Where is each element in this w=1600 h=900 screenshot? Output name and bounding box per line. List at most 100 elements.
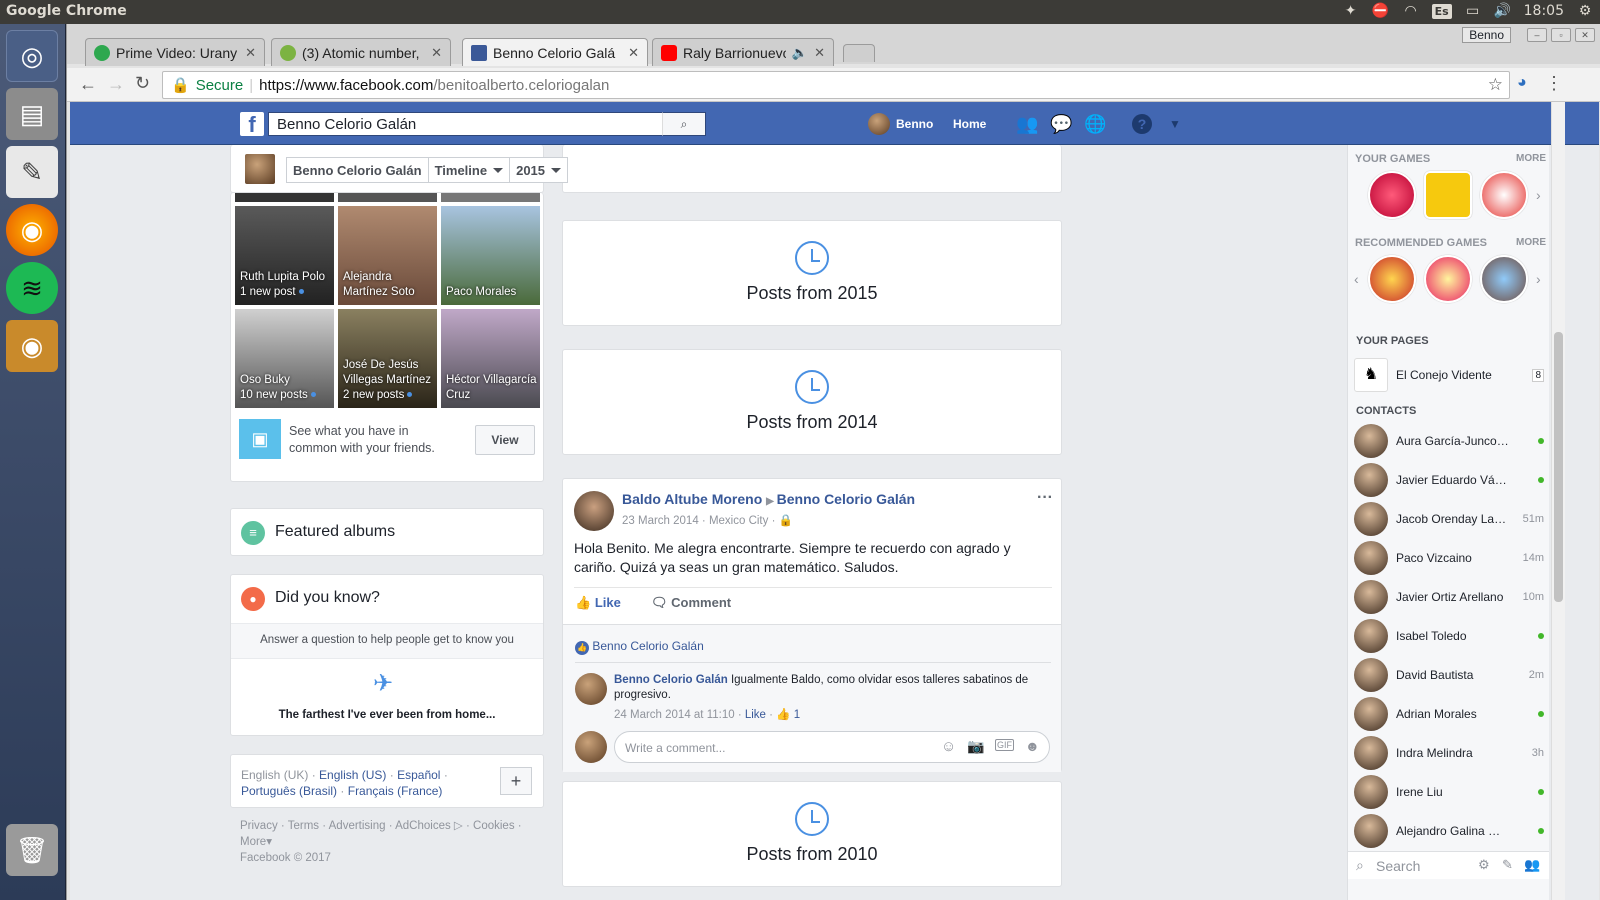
contact-item[interactable]: Alejandro Galina Mata — [1354, 813, 1544, 849]
reply-author-avatar[interactable] — [575, 673, 607, 705]
profile-avatar[interactable] — [868, 113, 890, 135]
words-game-icon[interactable] — [1480, 171, 1528, 219]
post-date[interactable]: 23 March 2014 — [622, 515, 699, 527]
chrome-menu-icon[interactable]: ⋮ — [1545, 73, 1563, 94]
profile-badge[interactable]: Benno — [1462, 27, 1511, 43]
footer-link-advertising[interactable]: Advertising — [329, 820, 386, 832]
close-tab-icon[interactable]: ✕ — [431, 45, 442, 61]
chat-settings-gear-icon[interactable]: ⚙ — [1478, 857, 1490, 873]
number-puzzle-game-icon[interactable] — [1424, 171, 1472, 219]
year-section-2010[interactable]: Posts from 2010 — [562, 781, 1062, 887]
post-author-avatar[interactable] — [574, 491, 614, 531]
friend-tile[interactable]: Oso Buky 10 new posts — [235, 309, 334, 408]
footer-link-privacy[interactable]: Privacy — [240, 820, 278, 832]
facebook-logo-icon[interactable]: f — [240, 112, 264, 137]
language-link[interactable]: Français (France) — [348, 784, 443, 798]
page-item[interactable]: ♞ El Conejo Vidente 8 — [1354, 357, 1544, 393]
emoji-icon[interactable]: ☺ — [941, 738, 956, 755]
maximize-button[interactable]: ▫ — [1551, 28, 1571, 42]
dropbox-icon[interactable]: ✦ — [1342, 2, 1360, 20]
language-link[interactable]: Português (Brasil) — [241, 784, 337, 798]
tab-atomic-number[interactable]: (3) Atomic number, ✕ — [271, 38, 451, 66]
friend-tile[interactable]: Paco Morales — [441, 206, 540, 305]
contact-item[interactable]: Jacob Orenday Lares 51m — [1354, 501, 1544, 537]
gif-icon[interactable]: GIF — [995, 739, 1014, 751]
bookmark-star-icon[interactable]: ☆ — [1488, 75, 1503, 95]
audio-playing-icon[interactable]: 🔈 — [792, 45, 808, 61]
add-language-button[interactable]: + — [500, 767, 532, 795]
reply-like-count[interactable]: 1 — [794, 709, 800, 721]
year-section-2015[interactable]: Posts from 2015 — [562, 220, 1062, 326]
games-prev-chevron-icon[interactable]: ‹ — [1354, 271, 1359, 287]
battery-icon[interactable]: ▭ — [1464, 2, 1482, 20]
timeline-section-select[interactable]: Timeline — [429, 158, 511, 182]
tab-facebook-profile[interactable]: Benno Celorio Galá ✕ — [462, 38, 648, 66]
did-you-know-question[interactable]: The farthest I've ever been from home... — [231, 709, 543, 721]
caesars-casino-game-icon[interactable] — [1368, 255, 1416, 303]
address-bar[interactable]: 🔒 Secure | https://www.facebook.com /ben… — [162, 71, 1510, 99]
friend-tile[interactable]: José De Jesús Villegas Martínez 2 new pos… — [338, 309, 437, 408]
close-window-button[interactable]: ✕ — [1575, 28, 1595, 42]
spotify-icon[interactable]: ≋ — [6, 262, 58, 314]
post-options-icon[interactable]: ··· — [1037, 489, 1053, 507]
close-tab-icon[interactable]: ✕ — [814, 45, 825, 61]
friend-tile-top-3[interactable] — [441, 193, 540, 202]
messenger-icon[interactable]: 💬 — [1050, 114, 1072, 134]
friend-tile[interactable]: Ruth Lupita Polo 1 new post — [235, 206, 334, 305]
help-icon[interactable]: ? — [1132, 114, 1152, 134]
new-message-icon[interactable]: ✎ — [1502, 857, 1513, 873]
friend-tile-top-2[interactable] — [338, 193, 437, 202]
timeline-nav-name[interactable]: Benno Celorio Galán — [287, 158, 429, 182]
close-tab-icon[interactable]: ✕ — [628, 45, 639, 61]
privacy-lock-icon[interactable]: 🔒 — [779, 515, 793, 527]
account-menu-chevron-down-icon[interactable]: ▼ — [1164, 114, 1186, 134]
extension-icon[interactable]: ◕ — [1517, 74, 1527, 92]
tetris-battle-game-icon[interactable] — [1424, 255, 1472, 303]
reply-date[interactable]: 24 March 2014 at 11:10 — [614, 709, 735, 721]
tab-youtube[interactable]: Raly Barrionuevo 🔈 ✕ — [652, 38, 834, 66]
games-next-chevron-icon[interactable]: › — [1536, 187, 1541, 203]
reply-like-link[interactable]: Like — [745, 709, 766, 721]
reload-icon[interactable]: ↻ — [135, 73, 150, 94]
contact-item[interactable]: Javier Eduardo Vázq... — [1354, 462, 1544, 498]
footer-link-terms[interactable]: Terms — [288, 820, 319, 832]
contact-item[interactable]: Irene Liu — [1354, 774, 1544, 810]
timeline-year-select[interactable]: 2015 — [510, 158, 567, 182]
language-link[interactable]: English (US) — [319, 768, 386, 782]
reply-author-link[interactable]: Benno Celorio Galán — [614, 674, 728, 686]
post-author-link[interactable]: Baldo Altube Moreno — [622, 491, 762, 507]
post-place[interactable]: Mexico City — [709, 515, 768, 527]
profile-link[interactable]: Benno — [896, 117, 933, 131]
language-link[interactable]: Español — [397, 768, 440, 782]
contact-item[interactable]: Paco Vizcaino 14m — [1354, 540, 1544, 576]
recommended-next-chevron-icon[interactable]: › — [1536, 271, 1541, 287]
jetpack-game-icon[interactable] — [1480, 255, 1528, 303]
page-scrollbar[interactable] — [1551, 102, 1565, 900]
timeline-nav-avatar[interactable] — [245, 154, 275, 184]
friend-tile-top-1[interactable] — [235, 193, 334, 202]
comment-button[interactable]: 🗨 Comment — [651, 595, 731, 611]
footer-link-more[interactable]: More — [240, 836, 266, 848]
close-tab-icon[interactable]: ✕ — [245, 45, 256, 61]
footer-link-cookies[interactable]: Cookies — [473, 820, 515, 832]
reaction-summary[interactable]: 👍 Benno Celorio Galán — [575, 639, 704, 655]
year-section-2014[interactable]: Posts from 2014 — [562, 349, 1062, 455]
contact-item[interactable]: Javier Ortiz Arellano 10m — [1354, 579, 1544, 615]
candy-crush-game-icon[interactable] — [1368, 171, 1416, 219]
view-common-button[interactable]: View — [475, 425, 535, 455]
tab-prime-video[interactable]: Prime Video: Urany ✕ — [85, 38, 265, 66]
new-tab-button[interactable] — [843, 44, 875, 62]
facebook-search-input[interactable]: Benno Celorio Galán — [268, 112, 706, 136]
comment-input[interactable]: Write a comment... ☺ 📷 GIF ☻ — [614, 731, 1050, 763]
create-group-icon[interactable]: 👥 — [1524, 857, 1540, 873]
scrollbar-thumb[interactable] — [1554, 332, 1563, 602]
settings-gear-icon[interactable]: ⚙ — [1576, 2, 1594, 20]
friend-tile[interactable]: Héctor Villagarcía Cruz — [441, 309, 540, 408]
friend-tile[interactable]: Alejandra Martínez Soto — [338, 206, 437, 305]
contact-item[interactable]: Indra Melindra 3h — [1354, 735, 1544, 771]
chat-search-input[interactable]: Search — [1376, 858, 1420, 874]
footer-link-adchoices[interactable]: AdChoices — [395, 820, 451, 832]
text-editor-icon[interactable]: ✎ — [6, 146, 58, 198]
volume-icon[interactable]: 🔊 — [1494, 2, 1512, 20]
like-button[interactable]: 👍 Like — [575, 595, 621, 611]
